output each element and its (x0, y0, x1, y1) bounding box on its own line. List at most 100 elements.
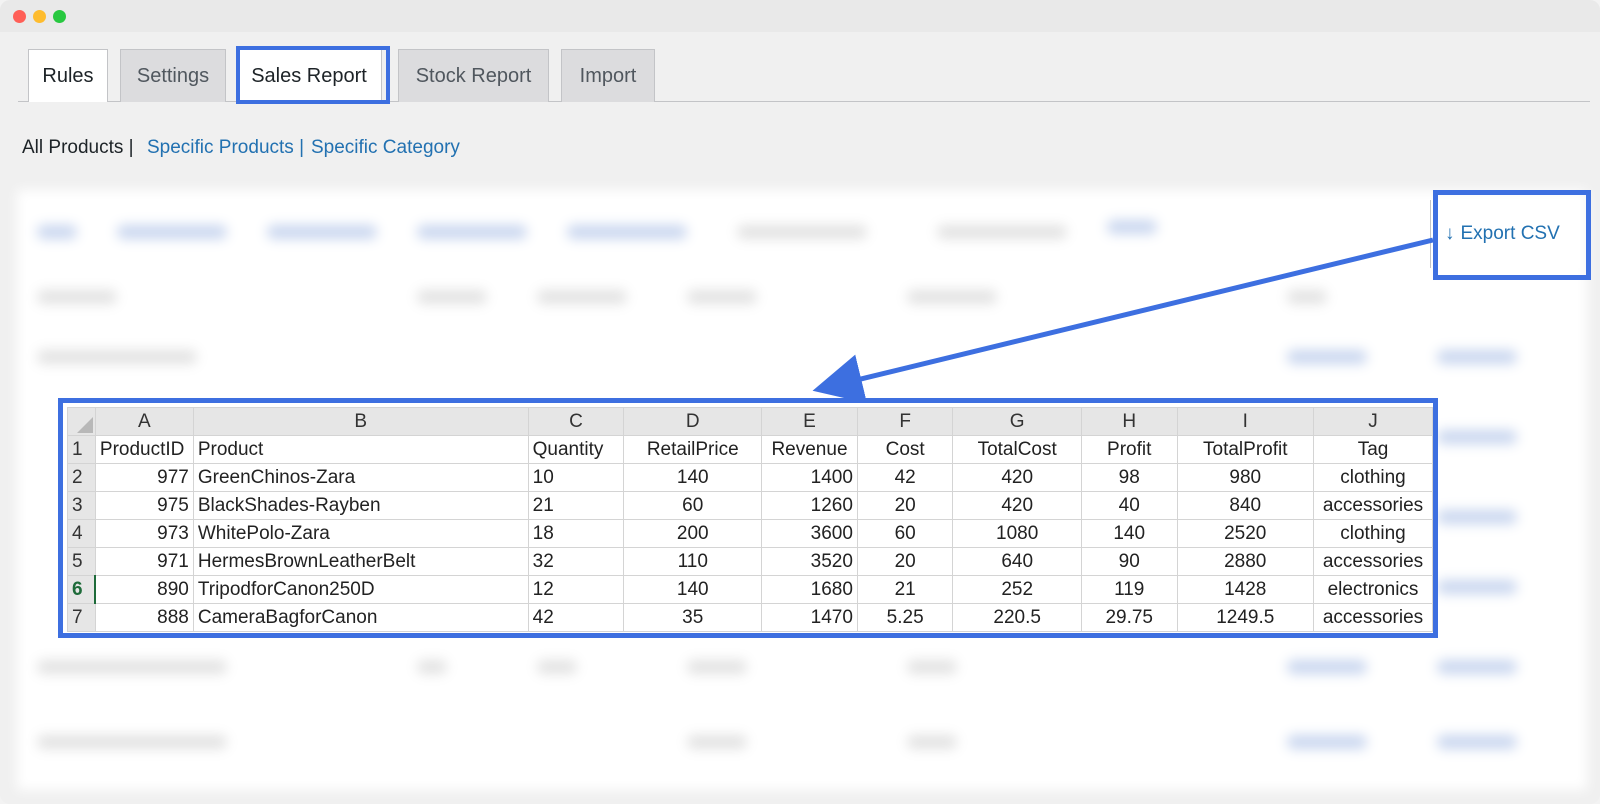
column-header[interactable]: J (1313, 407, 1433, 436)
spreadsheet-cell[interactable]: 973 (94, 519, 194, 548)
spreadsheet-cell[interactable]: TripodforCanon250D (192, 575, 529, 604)
column-header[interactable]: E (761, 407, 858, 436)
title-bar (0, 0, 1600, 32)
spreadsheet-cell[interactable]: 975 (94, 491, 194, 520)
minimize-window-button[interactable] (33, 10, 46, 23)
spreadsheet-cell[interactable]: Cost (856, 435, 954, 464)
spreadsheet-cell[interactable]: HermesBrownLeatherBelt (192, 547, 529, 576)
spreadsheet-cell[interactable]: accessories (1313, 547, 1433, 576)
tab-import[interactable]: Import (561, 49, 655, 102)
spreadsheet-cell[interactable]: 2880 (1176, 547, 1315, 576)
spreadsheet-cell[interactable]: 18 (527, 519, 625, 548)
spreadsheet-cell[interactable]: 1080 (952, 519, 1082, 548)
row-number[interactable]: 3 (67, 491, 96, 520)
spreadsheet-cell[interactable]: 2520 (1176, 519, 1315, 548)
column-header[interactable]: G (952, 407, 1082, 436)
spreadsheet-cell[interactable]: accessories (1313, 603, 1433, 632)
table-row: 4 973 WhitePolo-Zara 18 200 3600 60 1080 140 2520… (67, 519, 1433, 548)
column-header[interactable]: A (94, 407, 194, 436)
row-number[interactable]: 2 (67, 463, 96, 492)
spreadsheet-cell[interactable]: RetailPrice (623, 435, 763, 464)
spreadsheet-cell[interactable]: 40 (1080, 491, 1178, 520)
spreadsheet-cell[interactable]: clothing (1313, 519, 1433, 548)
spreadsheet-cell[interactable]: 1680 (761, 575, 858, 604)
tab-rules[interactable]: Rules (28, 49, 108, 102)
spreadsheet-cell[interactable]: WhitePolo-Zara (192, 519, 529, 548)
column-header[interactable]: H (1080, 407, 1178, 436)
spreadsheet-cell[interactable]: 640 (952, 547, 1082, 576)
spreadsheet-cell[interactable]: 980 (1176, 463, 1315, 492)
spreadsheet-cell[interactable]: 90 (1080, 547, 1178, 576)
spreadsheet-cell[interactable]: 140 (623, 463, 763, 492)
spreadsheet-cell[interactable]: 20 (856, 547, 954, 576)
spreadsheet-cell[interactable]: 420 (952, 463, 1082, 492)
spreadsheet-cell[interactable]: TotalProfit (1176, 435, 1315, 464)
spreadsheet-cell[interactable]: 32 (527, 547, 625, 576)
spreadsheet-cell[interactable]: 840 (1176, 491, 1315, 520)
spreadsheet-cell[interactable]: Quantity (527, 435, 625, 464)
spreadsheet-cell[interactable]: CameraBagforCanon (192, 603, 529, 632)
spreadsheet-cell[interactable]: 1470 (761, 603, 858, 632)
spreadsheet-cell[interactable]: 10 (527, 463, 625, 492)
spreadsheet-cell[interactable]: 420 (952, 491, 1082, 520)
spreadsheet-cell[interactable]: 888 (94, 603, 194, 632)
tab-settings[interactable]: Settings (120, 49, 226, 102)
row-number[interactable]: 6 (67, 575, 97, 604)
spreadsheet-cell[interactable]: 140 (1080, 519, 1178, 548)
spreadsheet-cell[interactable]: Tag (1313, 435, 1433, 464)
spreadsheet-cell[interactable]: TotalCost (952, 435, 1082, 464)
row-number[interactable]: 1 (67, 435, 96, 464)
spreadsheet-cell[interactable]: 21 (856, 575, 954, 604)
spreadsheet-cell[interactable]: Revenue (761, 435, 858, 464)
spreadsheet-cell[interactable]: 60 (856, 519, 954, 548)
spreadsheet-cell[interactable]: 20 (856, 491, 954, 520)
spreadsheet-cell[interactable]: electronics (1313, 575, 1433, 604)
maximize-window-button[interactable] (53, 10, 66, 23)
spreadsheet-cell[interactable]: 1249.5 (1176, 603, 1315, 632)
spreadsheet-cell[interactable]: accessories (1313, 491, 1433, 520)
spreadsheet-cell[interactable]: 1260 (761, 491, 858, 520)
close-window-button[interactable] (13, 10, 26, 23)
table-row: 3 975 BlackShades-Rayben 21 60 1260 20 420 40 840… (67, 491, 1433, 520)
spreadsheet-cell[interactable]: Product (192, 435, 529, 464)
column-header[interactable]: C (527, 407, 625, 436)
spreadsheet-cell[interactable]: 12 (527, 575, 625, 604)
column-header[interactable]: D (623, 407, 763, 436)
spreadsheet-cell[interactable]: 971 (94, 547, 194, 576)
spreadsheet-cell[interactable]: 42 (527, 603, 625, 632)
spreadsheet-cell[interactable]: 220.5 (952, 603, 1082, 632)
spreadsheet-cell[interactable]: 140 (623, 575, 763, 604)
spreadsheet-cell[interactable]: 98 (1080, 463, 1178, 492)
spreadsheet-cell[interactable]: 3600 (761, 519, 858, 548)
column-header[interactable]: I (1176, 407, 1315, 436)
spreadsheet-cell[interactable]: 977 (94, 463, 194, 492)
column-header[interactable]: F (856, 407, 954, 436)
spreadsheet-cell[interactable]: 1428 (1176, 575, 1315, 604)
spreadsheet-cell[interactable]: ProductID (94, 435, 194, 464)
row-number[interactable]: 5 (67, 547, 96, 576)
spreadsheet-cell[interactable]: GreenChinos-Zara (192, 463, 529, 492)
spreadsheet-cell[interactable]: 200 (623, 519, 763, 548)
select-all-corner[interactable] (67, 407, 96, 436)
filter-specific-category-link[interactable]: Specific Category (311, 137, 460, 159)
spreadsheet-cell[interactable]: 252 (952, 575, 1082, 604)
column-header[interactable]: B (192, 407, 529, 436)
row-number[interactable]: 4 (67, 519, 96, 548)
spreadsheet-cell[interactable]: 119 (1080, 575, 1178, 604)
filter-specific-products-link[interactable]: Specific Products | (147, 137, 304, 159)
spreadsheet-cell[interactable]: 42 (856, 463, 954, 492)
spreadsheet-cell[interactable]: 890 (94, 575, 194, 604)
spreadsheet-cell[interactable]: clothing (1313, 463, 1433, 492)
row-number[interactable]: 7 (67, 603, 96, 632)
spreadsheet-cell[interactable]: 110 (623, 547, 763, 576)
spreadsheet-cell[interactable]: Profit (1080, 435, 1178, 464)
tab-stock-report[interactable]: Stock Report (398, 49, 549, 102)
spreadsheet-cell[interactable]: 29.75 (1080, 603, 1178, 632)
spreadsheet-cell[interactable]: 60 (623, 491, 763, 520)
spreadsheet-cell[interactable]: 1400 (761, 463, 858, 492)
spreadsheet-cell[interactable]: BlackShades-Rayben (192, 491, 529, 520)
spreadsheet-cell[interactable]: 35 (623, 603, 763, 632)
spreadsheet-cell[interactable]: 3520 (761, 547, 858, 576)
spreadsheet-cell[interactable]: 5.25 (856, 603, 954, 632)
spreadsheet-cell[interactable]: 21 (527, 491, 625, 520)
